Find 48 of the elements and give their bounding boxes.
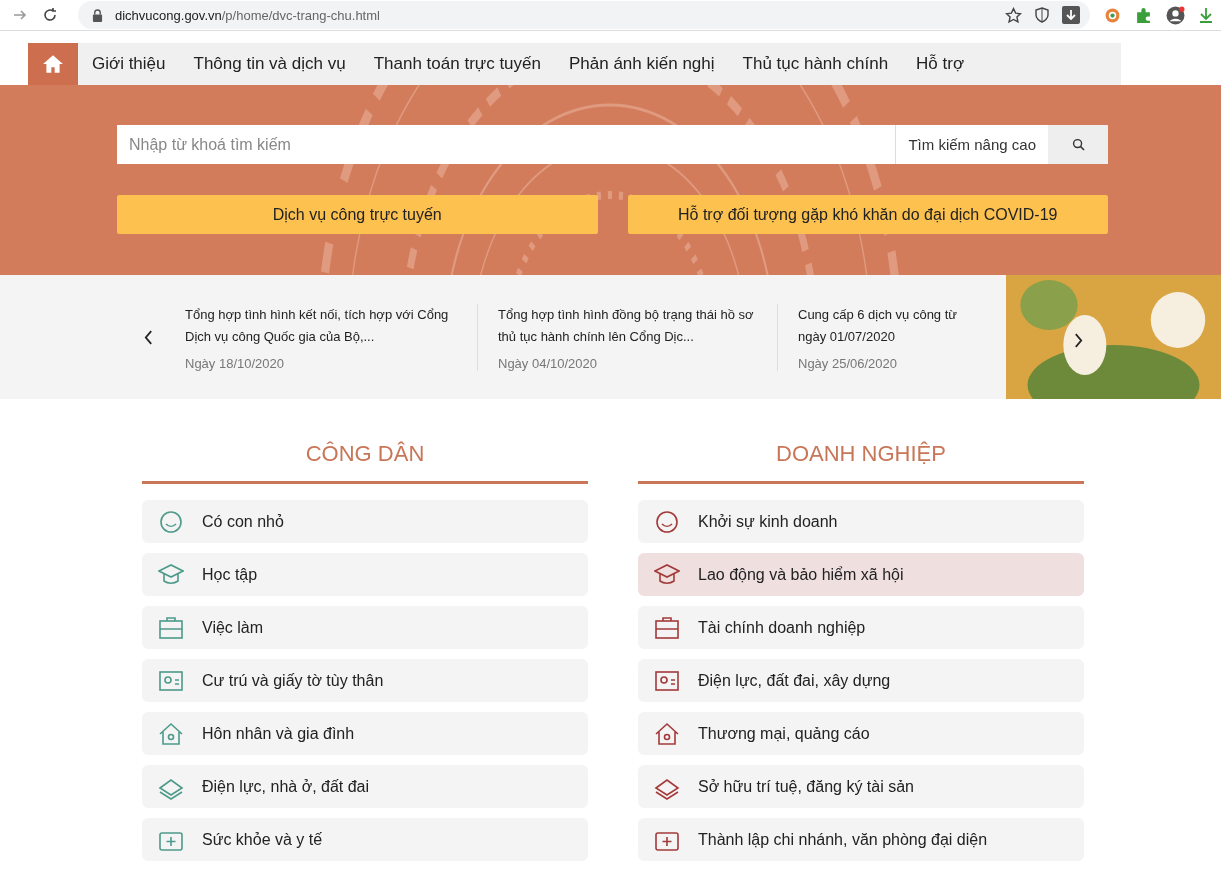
category-item[interactable]: Điện lực, nhà ở, đất đai	[142, 765, 588, 808]
news-date: Ngày 18/10/2020	[185, 355, 286, 371]
category-item[interactable]: Tài chính doanh nghiệp	[638, 606, 1084, 649]
chevron-right-icon	[1074, 333, 1083, 348]
chevron-left-icon	[144, 329, 153, 345]
nav-tab[interactable]: Thông tin và dịch vụ	[179, 43, 360, 85]
advanced-search-link[interactable]: Tìm kiếm nâng cao	[895, 125, 1048, 164]
nav-tab[interactable]: Thủ tục hành chính	[728, 43, 903, 85]
category-item[interactable]: Có con nhỏ	[142, 500, 588, 543]
search-field[interactable]: Nhập từ khoá tìm kiếm	[117, 125, 896, 164]
nav-tab[interactable]: Hỗ trợ	[902, 43, 979, 85]
nav-tab[interactable]: Giới thiệu	[78, 43, 180, 85]
category-item[interactable]: Lao động và bảo hiểm xã hội	[638, 553, 1084, 596]
address-bar[interactable]: dichvucong.gov.vn/p/home/dvc-trang-chu.html	[78, 1, 1090, 29]
news-title-link[interactable]: Tổng hợp tình hình kết nối, tích hợp với Cổng Dịch vụ công Quốc gia của Bộ,...	[185, 303, 457, 348]
star-icon[interactable]	[1005, 6, 1022, 24]
nav-tab[interactable]: Phản ánh kiến nghị	[555, 43, 729, 85]
category-item[interactable]: Cư trú và giấy tờ tùy thân	[142, 659, 588, 702]
home-icon	[42, 54, 64, 74]
puzzle-icon[interactable]	[1135, 6, 1152, 24]
news-date: Ngày 25/06/2020	[798, 355, 899, 371]
news-title-link[interactable]: Cung cấp 6 dịch vụ công từ ngày 01/07/2020	[798, 303, 987, 348]
home-button[interactable]	[28, 43, 78, 85]
download-icon[interactable]	[1062, 6, 1080, 24]
section-heading: CÔNG DÂN	[304, 441, 426, 468]
category-item[interactable]: Khởi sự kinh doanh	[638, 500, 1084, 543]
lock-icon	[92, 8, 103, 22]
news-title-link[interactable]: Tổng hợp tình hình đồng bộ trạng thái hồ sơ thủ tục hành chính lên Cổng Dịc...	[498, 303, 757, 348]
search-icon	[1071, 138, 1085, 151]
category-item[interactable]: Điện lực, đất đai, xây dựng	[638, 659, 1084, 702]
extension-icon[interactable]	[1104, 6, 1121, 24]
category-item[interactable]: Việc làm	[142, 606, 588, 649]
category-item[interactable]: Thương mại, quảng cáo	[638, 712, 1084, 755]
category-item[interactable]: Học tập	[142, 553, 588, 596]
category-item[interactable]: Sức khỏe và y tế	[142, 818, 588, 861]
shield-icon[interactable]	[1034, 7, 1050, 23]
category-item[interactable]: Hôn nhân và gia đình	[142, 712, 588, 755]
news-date: Ngày 04/10/2020	[498, 355, 599, 371]
download-arrow-icon[interactable]	[1199, 7, 1213, 23]
category-item[interactable]: Thành lập chi nhánh, văn phòng đại diện	[638, 818, 1084, 861]
url-text: dichvucong.gov.vn/p/home/dvc-trang-chu.html	[115, 7, 380, 23]
nav-tab[interactable]: Thanh toán trực tuyến	[359, 43, 555, 85]
service-button[interactable]: Hỗ trợ đối tượng gặp khó khăn do đại dịch COVID-19	[627, 195, 1108, 234]
service-button[interactable]: Dịch vụ công trực tuyến	[117, 195, 598, 234]
category-item[interactable]: Sở hữu trí tuệ, đăng ký tài sản	[638, 765, 1084, 808]
avatar-icon[interactable]	[1166, 5, 1185, 25]
reload-icon[interactable]	[42, 7, 58, 23]
section-heading: DOANH NGHIỆP	[775, 441, 947, 468]
